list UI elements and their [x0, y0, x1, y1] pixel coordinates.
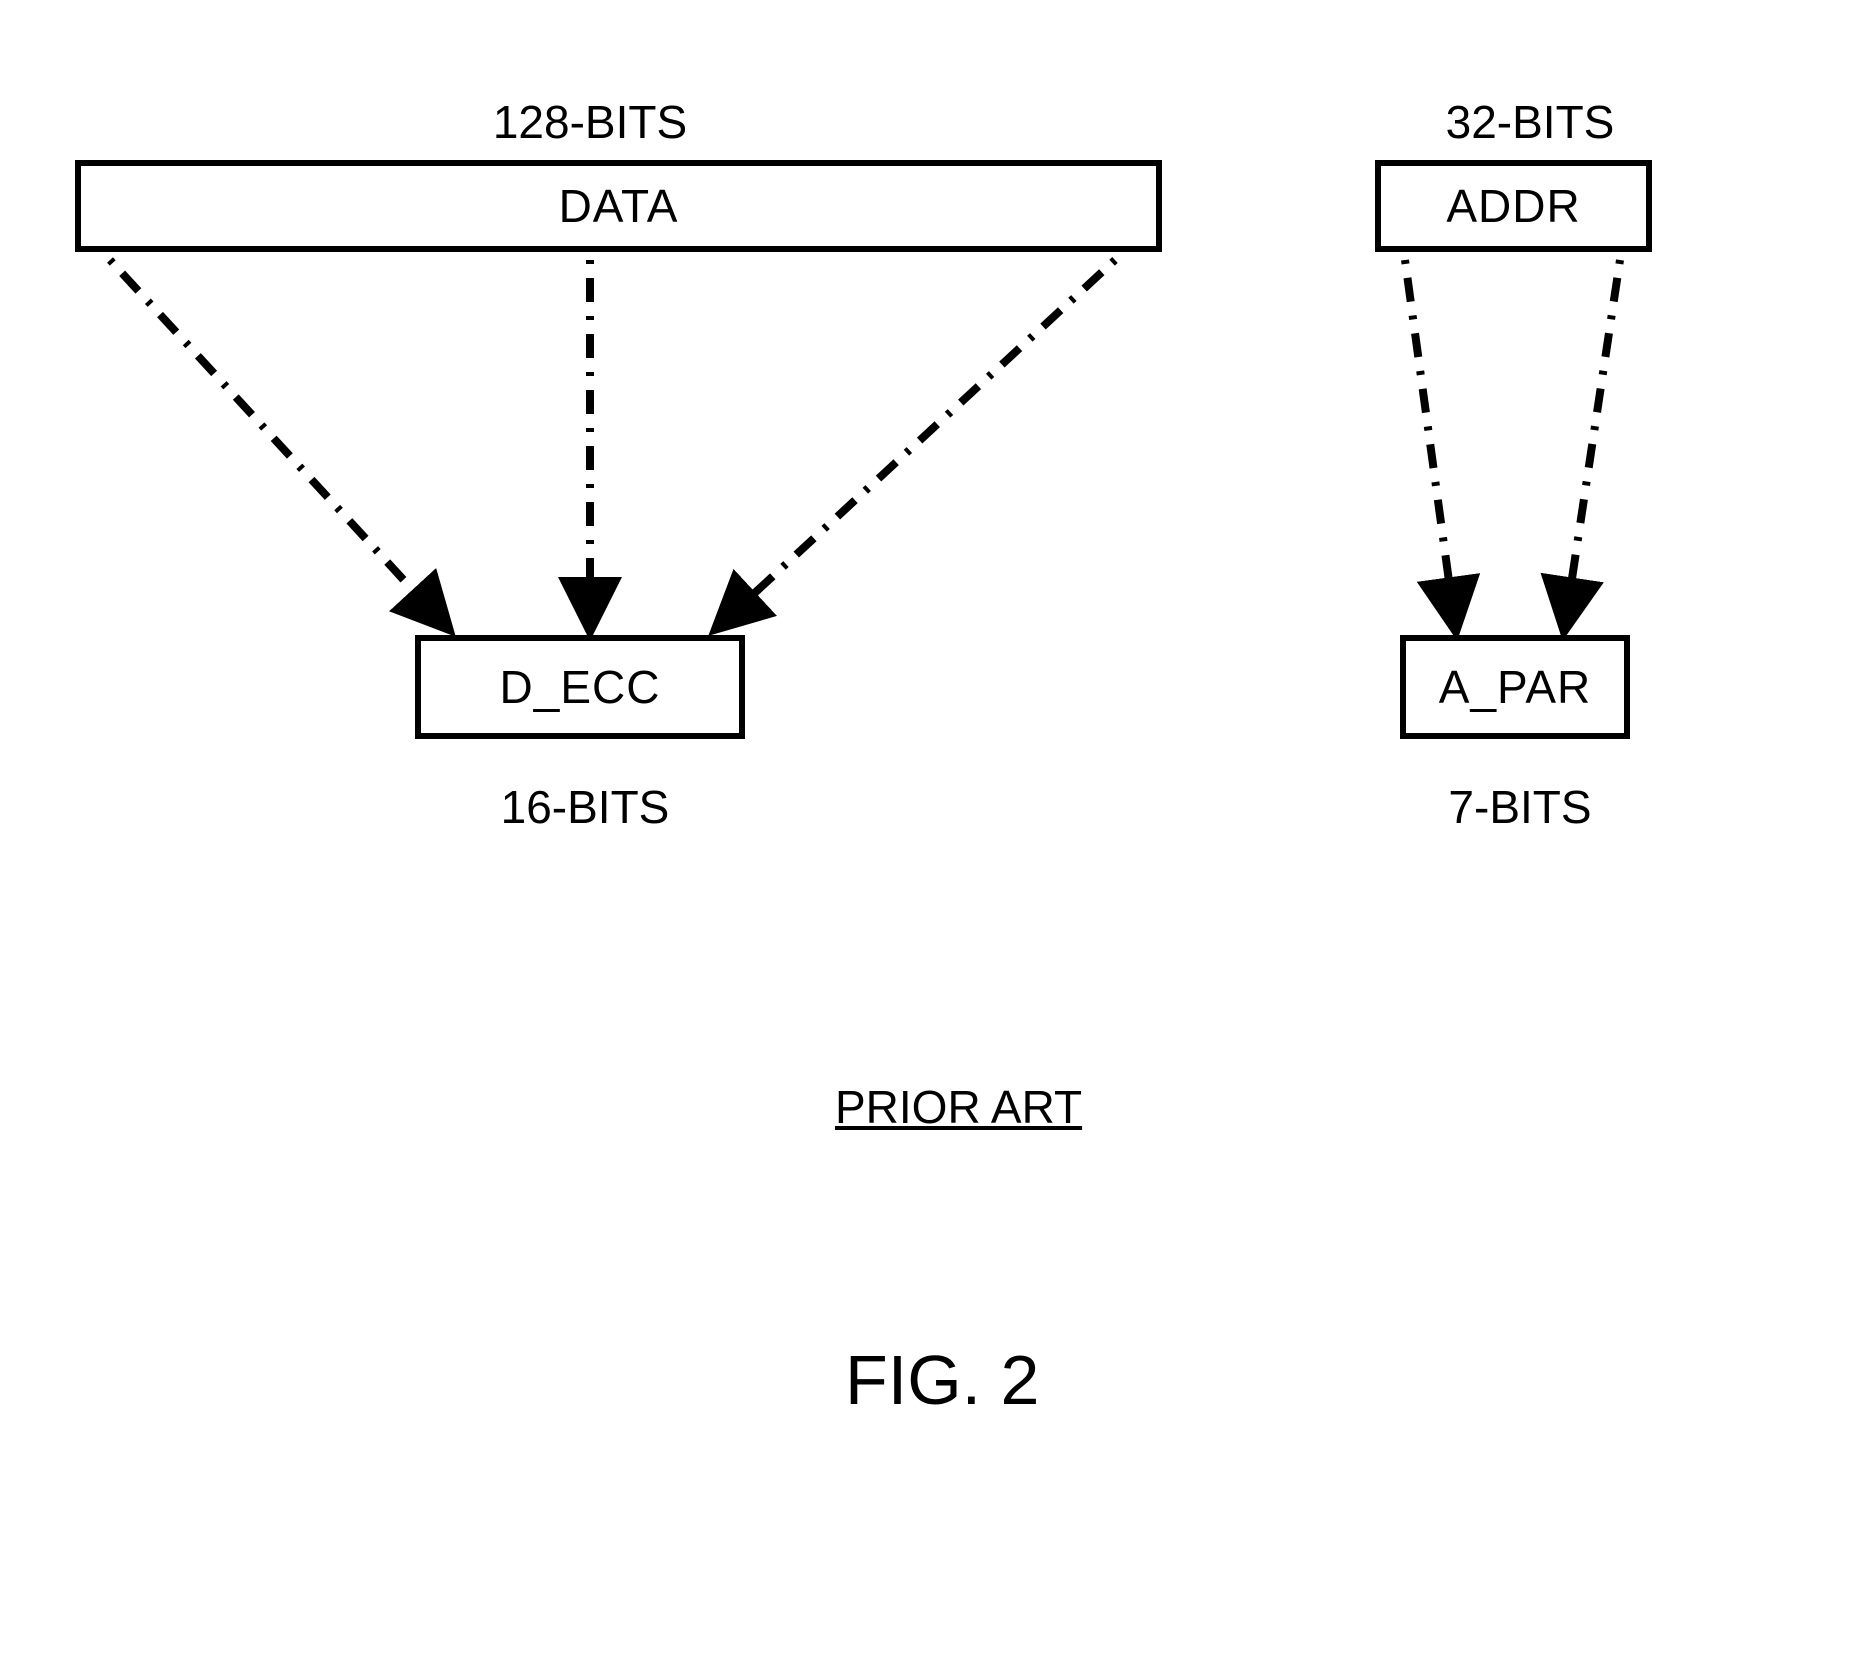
decc-bits-label: 16-BITS — [470, 780, 700, 834]
arrow-data-to-decc-left — [110, 260, 445, 625]
apar-bits-label: 7-BITS — [1430, 780, 1610, 834]
apar-block: A_PAR — [1400, 635, 1630, 739]
data-block: DATA — [75, 160, 1162, 252]
figure-label: FIG. 2 — [845, 1340, 1039, 1420]
arrow-data-to-decc-right — [720, 260, 1115, 625]
addr-bits-label: 32-BITS — [1420, 95, 1640, 149]
arrow-addr-to-apar-left — [1405, 260, 1455, 625]
diagram-canvas: 128-BITS 32-BITS DATA ADDR D_ECC A_PAR 1… — [0, 0, 1868, 1655]
addr-block: ADDR — [1375, 160, 1652, 252]
data-bits-label: 128-BITS — [460, 95, 720, 149]
prior-art-label: PRIOR ART — [835, 1080, 1082, 1134]
arrow-addr-to-apar-right — [1565, 260, 1620, 625]
decc-block: D_ECC — [415, 635, 745, 739]
